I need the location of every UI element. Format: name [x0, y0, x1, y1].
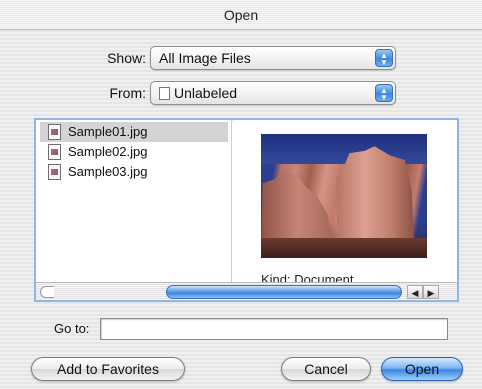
- file-list-column[interactable]: Sample01.jpg Sample02.jpg Sample03.jpg: [36, 120, 232, 282]
- file-name: Sample01.jpg: [68, 124, 148, 139]
- show-popup-value: All Image Files: [159, 50, 251, 66]
- scroll-right-arrow-icon[interactable]: ▶: [423, 285, 439, 299]
- updown-arrows-icon: ▲ ▼: [375, 49, 393, 67]
- jpeg-file-icon: [48, 164, 61, 180]
- horizontal-scrollbar[interactable]: ◀ ▶: [36, 282, 457, 300]
- updown-arrows-icon: ▲ ▼: [375, 84, 393, 102]
- from-label: From:: [109, 85, 146, 101]
- from-popup[interactable]: Unlabeled ▲ ▼: [150, 81, 396, 105]
- file-list-item[interactable]: Sample03.jpg: [40, 162, 228, 182]
- show-label: Show:: [107, 50, 146, 66]
- window-titlebar: Open: [0, 0, 482, 30]
- file-list-item[interactable]: Sample02.jpg: [40, 142, 228, 162]
- volume-icon: [159, 87, 170, 100]
- from-popup-value: Unlabeled: [174, 85, 238, 101]
- open-button[interactable]: Open: [381, 357, 463, 381]
- jpeg-file-icon: [48, 124, 61, 140]
- preview-image: [261, 134, 427, 258]
- show-popup[interactable]: All Image Files ▲ ▼: [150, 46, 396, 70]
- scroll-track-cap: [40, 286, 54, 298]
- window-title: Open: [223, 7, 259, 23]
- scroll-thumb[interactable]: [166, 285, 402, 299]
- file-browser[interactable]: Sample01.jpg Sample02.jpg Sample03.jpg K…: [34, 118, 459, 302]
- jpeg-file-icon: [48, 144, 61, 160]
- scroll-left-arrow-icon[interactable]: ◀: [407, 285, 423, 299]
- preview-kind-text: Kind: Document: [261, 272, 354, 282]
- goto-label: Go to:: [54, 321, 90, 336]
- add-to-favorites-button[interactable]: Add to Favorites: [31, 357, 185, 381]
- preview-column: Kind: Document: [233, 120, 457, 282]
- goto-input[interactable]: [100, 318, 448, 340]
- file-list-item[interactable]: Sample01.jpg: [40, 122, 228, 142]
- file-name: Sample03.jpg: [68, 164, 148, 179]
- cancel-button[interactable]: Cancel: [281, 357, 371, 381]
- file-name: Sample02.jpg: [68, 144, 148, 159]
